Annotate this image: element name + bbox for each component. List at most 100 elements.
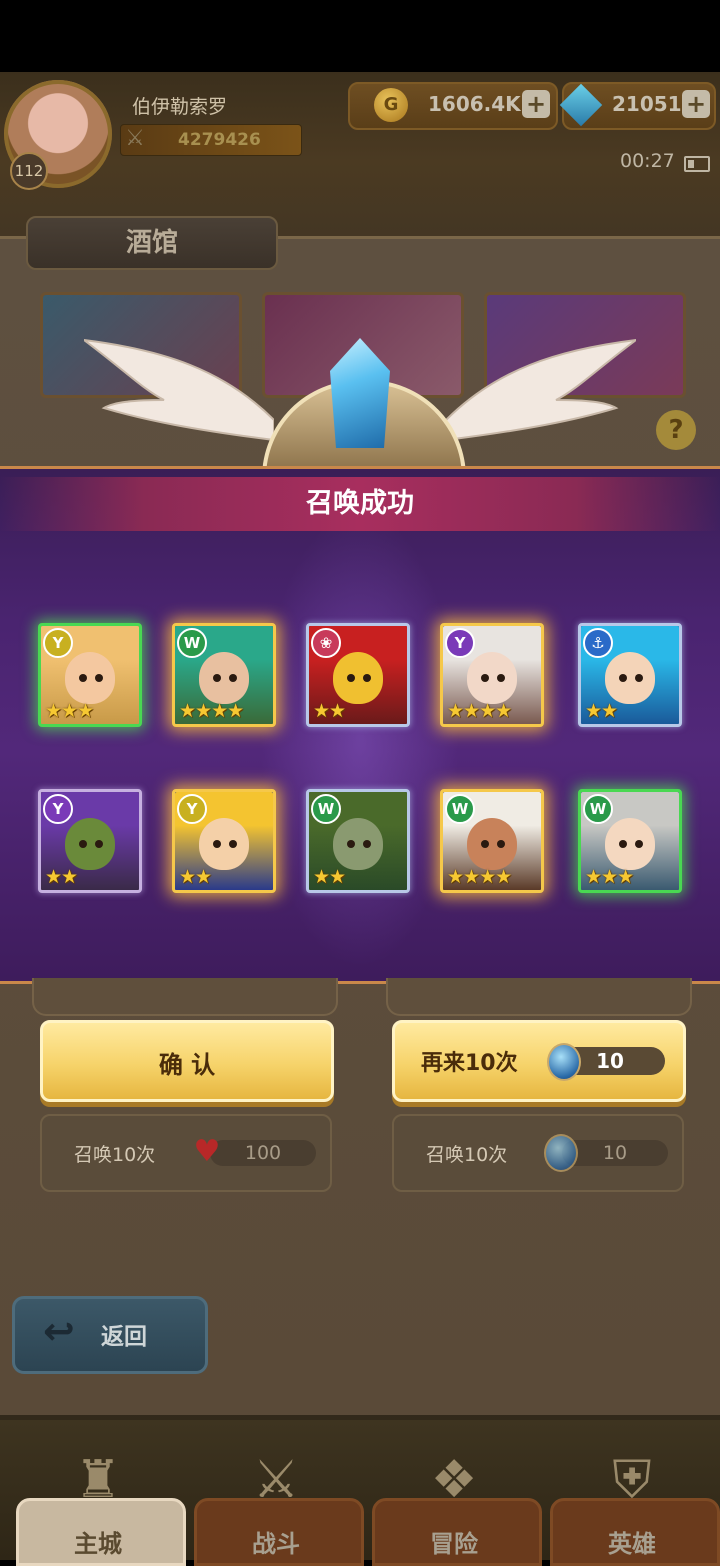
hero-face <box>65 818 115 870</box>
right-sub-bar <box>386 978 692 1016</box>
hero-eye <box>635 674 643 682</box>
battery-icon <box>684 156 710 172</box>
hero-eye <box>95 674 103 682</box>
confirm-label: 确 认 <box>158 1051 216 1079</box>
crossed-swords-icon: ⚔ <box>252 1450 300 1510</box>
heart-icon: ♥ <box>193 1134 221 1169</box>
beast-icon: W <box>177 628 207 658</box>
hero-eye <box>79 674 87 682</box>
star-rating: ★★★ <box>45 700 94 722</box>
hero-eye <box>229 674 237 682</box>
star-rating: ★★★★ <box>447 866 512 888</box>
hero-card[interactable]: W ★★★ <box>578 789 682 893</box>
summon-result-modal: 召唤成功 Y ★★★ W ★★★★ ❀ ★★ Y ★★★★ ⚓ ★★ Y ★★ Y ★★ W ★★ W ★★★★ W… <box>0 466 720 984</box>
summon-orb-icon <box>547 1043 581 1081</box>
back-button[interactable]: ↩ 返回 <box>12 1296 208 1374</box>
hero-card[interactable]: Y ★★ <box>172 789 276 893</box>
hero-card[interactable]: ⚓ ★★ <box>578 623 682 727</box>
hero-card[interactable]: Y ★★★ <box>38 623 142 727</box>
back-arrow-icon: ↩ <box>43 1309 75 1353</box>
summon-10-heart-cost-value: 100 <box>244 1142 282 1164</box>
star-rating: ★★ <box>313 700 346 722</box>
hero-face <box>605 652 655 704</box>
star-rating: ★★★★ <box>179 700 244 722</box>
left-sub-bar <box>32 978 338 1016</box>
hero-eye <box>95 840 103 848</box>
hero-eye <box>213 840 221 848</box>
summon-10-orb-button[interactable]: 召唤10次 10 <box>392 1114 684 1192</box>
star-rating: ★★★ <box>585 866 634 888</box>
shield-icon: ⛨ <box>612 1450 652 1510</box>
beast-icon: W <box>311 794 341 824</box>
hero-eye <box>481 840 489 848</box>
hero-face <box>199 818 249 870</box>
star-rating: ★★ <box>45 866 78 888</box>
beast-icon: W <box>445 794 475 824</box>
hero-eye <box>497 840 505 848</box>
castle-icon: ♜ <box>74 1450 122 1510</box>
hero-eye <box>481 674 489 682</box>
anchor-icon: ⚓ <box>583 628 613 658</box>
gem-amount: 21051 <box>612 92 682 116</box>
player-name: 伯伊勒索罗 <box>132 96 228 118</box>
star-rating: ★★ <box>585 700 618 722</box>
star-rating: ★★ <box>313 866 346 888</box>
star-rating: ★★★★ <box>447 700 512 722</box>
hero-eye <box>229 840 237 848</box>
nav-label: 主城 <box>74 1530 122 1558</box>
summon-again-cost-value: 10 <box>596 1049 624 1073</box>
gold-coin-icon: G <box>374 88 408 122</box>
hero-face <box>333 652 383 704</box>
modal-glow <box>260 509 460 969</box>
modal-title: 召唤成功 <box>306 488 414 519</box>
hero-face <box>605 818 655 870</box>
nav-label: 战斗 <box>252 1530 300 1558</box>
hero-face <box>467 652 517 704</box>
hero-eye <box>363 840 371 848</box>
status-clock: 00:27 <box>620 150 675 172</box>
nature-icon: Y <box>177 794 207 824</box>
crossed-swords-icon: ⚔ <box>125 126 145 151</box>
hero-card[interactable]: Y ★★★★ <box>440 623 544 727</box>
hero-card[interactable]: W ★★★★ <box>440 789 544 893</box>
add-gems-button[interactable]: + <box>682 90 710 118</box>
add-gold-button[interactable]: + <box>522 90 550 118</box>
summon-again-button[interactable]: 再来10次 10 <box>392 1020 686 1102</box>
hero-eye <box>213 674 221 682</box>
hero-face <box>333 818 383 870</box>
left-wing-icon <box>84 338 274 442</box>
summon-10-heart-label: 召唤10次 <box>74 1144 156 1166</box>
map-scroll-icon: ❖ <box>430 1450 478 1510</box>
hero-eye <box>497 674 505 682</box>
nav-label: 冒险 <box>430 1530 478 1558</box>
back-label: 返回 <box>101 1324 147 1350</box>
confirm-button[interactable]: 确 认 <box>40 1020 334 1102</box>
player-level-badge: 112 <box>10 152 48 190</box>
gold-amount: 1606.4K <box>428 92 521 116</box>
help-icon[interactable]: ? <box>656 410 696 450</box>
right-wing-icon <box>446 338 636 442</box>
summon-10-orb-label: 召唤10次 <box>426 1144 508 1166</box>
hero-eye <box>347 674 355 682</box>
nav-label: 英雄 <box>608 1530 656 1558</box>
hero-face <box>199 652 249 704</box>
tavern-tab: 酒馆 <box>26 216 278 270</box>
hero-card[interactable]: W ★★★★ <box>172 623 276 727</box>
shadow-icon: Y <box>445 628 475 658</box>
beast-icon: W <box>583 794 613 824</box>
hero-face <box>467 818 517 870</box>
summon-again-label: 再来10次 <box>421 1051 518 1076</box>
hero-eye <box>363 674 371 682</box>
hero-face <box>65 652 115 704</box>
hero-card[interactable]: Y ★★ <box>38 789 142 893</box>
star-rating: ★★ <box>179 866 212 888</box>
flower-icon: ❀ <box>311 628 341 658</box>
hero-card[interactable]: W ★★ <box>306 789 410 893</box>
shadow-icon: Y <box>43 794 73 824</box>
hero-eye <box>347 840 355 848</box>
hero-card[interactable]: ❀ ★★ <box>306 623 410 727</box>
summon-10-orb-cost-value: 10 <box>602 1142 628 1164</box>
hero-eye <box>619 840 627 848</box>
summon-10-heart-button[interactable]: 召唤10次 100 ♥ <box>40 1114 332 1192</box>
power-value: 4279426 <box>178 130 261 150</box>
